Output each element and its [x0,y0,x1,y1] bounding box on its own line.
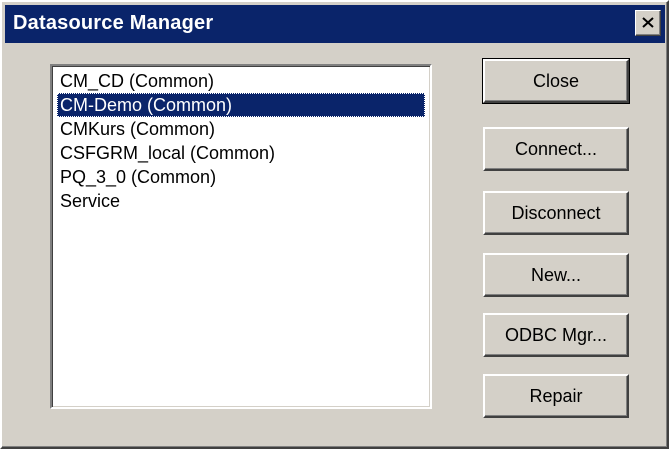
close-icon [642,17,654,28]
odbc-manager-button[interactable]: ODBC Mgr... [483,313,629,357]
connect-button[interactable]: Connect... [483,127,629,171]
datasource-list-items: CM_CD (Common) CM-Demo (Common) CMKurs (… [57,69,425,213]
datasource-list[interactable]: CM_CD (Common) CM-Demo (Common) CMKurs (… [50,64,432,409]
close-button[interactable]: Close [482,58,630,104]
new-button[interactable]: New... [483,253,629,297]
list-item-service[interactable]: Service [57,189,425,213]
list-item-cmkurs[interactable]: CMKurs (Common) [57,117,425,141]
list-item-pq-3-0[interactable]: PQ_3_0 (Common) [57,165,425,189]
list-item-cm-demo[interactable]: CM-Demo (Common) [57,93,425,117]
close-window-button[interactable] [635,10,661,36]
title-bar[interactable]: Datasource Manager [5,5,665,43]
list-item-cm-cd[interactable]: CM_CD (Common) [57,69,425,93]
disconnect-button[interactable]: Disconnect [483,191,629,235]
list-item-csfgrm-local[interactable]: CSFGRM_local (Common) [57,141,425,165]
datasource-manager-dialog: Datasource Manager CM_CD (Common) CM-Dem… [0,0,669,449]
repair-button[interactable]: Repair [483,374,629,418]
window-title: Datasource Manager [13,12,214,34]
